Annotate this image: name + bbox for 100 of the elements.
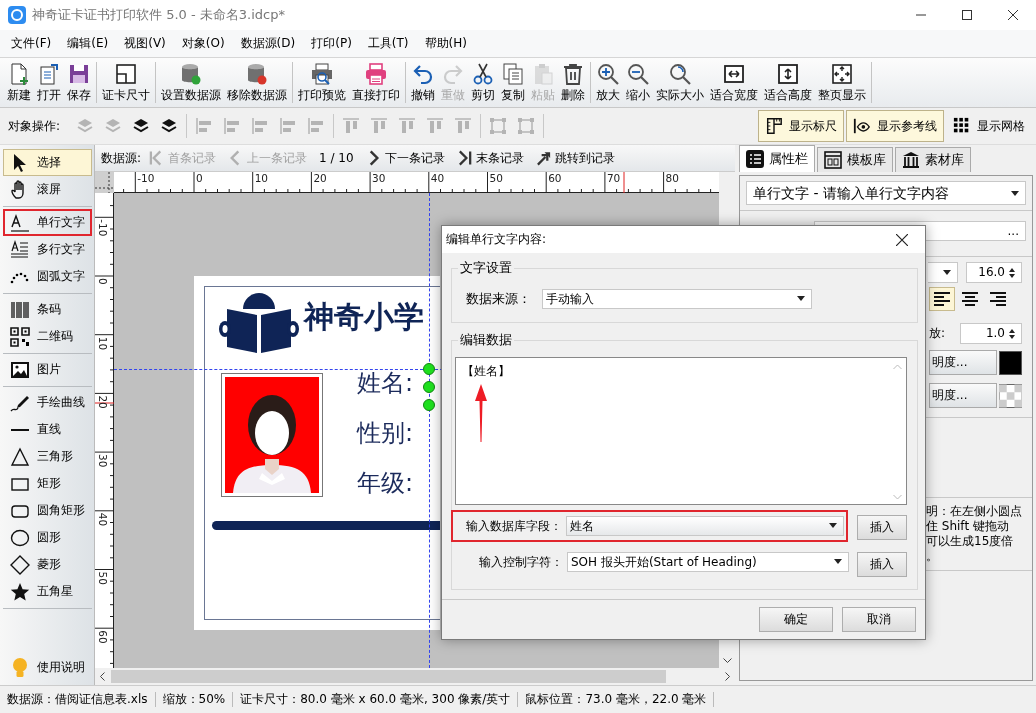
scale-spinner[interactable]: 1.0	[960, 323, 1022, 344]
menu-item[interactable]: 工具(T)	[359, 33, 417, 54]
color-button[interactable]: 明度...	[929, 383, 997, 408]
object-dropdown[interactable]: 单行文字 - 请输入单行文字内容	[746, 181, 1026, 205]
scrollbar-thumb[interactable]	[111, 669, 666, 683]
ruler-label: -10	[97, 219, 109, 237]
app-logo-icon	[8, 6, 26, 24]
ruler-label: 30	[97, 454, 109, 468]
align-right-icon	[988, 290, 1008, 308]
jump-arrow-icon	[535, 149, 552, 167]
toolbar-button[interactable]: 撤销	[408, 62, 438, 103]
tool-button[interactable]: 菱形	[3, 551, 92, 578]
line-icon	[10, 427, 30, 432]
image-icon	[10, 359, 30, 380]
ruler-label: 10	[254, 172, 269, 184]
insert-button[interactable]: 插入	[857, 515, 907, 540]
window-title: 神奇证卡证书打印软件 5.0 - 未命名3.idcp*	[32, 7, 285, 23]
record-nav-button[interactable]: 末条记录	[452, 149, 528, 167]
toggle-button[interactable]: 显示网格	[946, 110, 1032, 142]
tool-button[interactable]: 圆角矩形	[3, 497, 92, 524]
maximize-icon	[962, 10, 972, 20]
toolbar-button[interactable]: 设置数据源	[158, 62, 224, 103]
vertical-arrows-icon	[776, 62, 800, 87]
tool-button[interactable]: 多行文字	[3, 236, 92, 263]
source-select[interactable]: 手动输入	[542, 288, 812, 309]
school-logo-icon	[217, 291, 301, 355]
toolbar-button[interactable]: 证卡尺寸	[99, 62, 153, 103]
field-select[interactable]: 姓名	[565, 516, 844, 536]
toolbar-button[interactable]: 剪切	[468, 62, 498, 103]
layers-icon[interactable]	[132, 117, 151, 135]
tool-button[interactable]: 二维码	[3, 323, 92, 350]
panel-tab[interactable]: 模板库	[817, 147, 893, 172]
menu-item[interactable]: 对象(O)	[173, 33, 233, 54]
insert-button[interactable]: 插入	[857, 552, 907, 577]
four-arrows-icon	[830, 62, 854, 87]
align-button[interactable]	[929, 287, 955, 311]
scissors-icon	[471, 62, 495, 87]
menu-item[interactable]: 文件(F)	[3, 33, 60, 54]
tool-button[interactable]: 直线	[3, 416, 92, 443]
dropdown-field[interactable]	[928, 262, 958, 283]
tool-button[interactable]: 滚屏	[3, 176, 92, 203]
toolbar-button[interactable]: 适合宽度	[707, 62, 761, 103]
tool-button[interactable]: 圆形	[3, 524, 92, 551]
menu-item[interactable]: 视图(V)	[116, 33, 174, 54]
group-legend: 文字设置	[458, 259, 514, 276]
text-line-icon	[10, 212, 30, 233]
menu-item[interactable]: 编辑(E)	[59, 33, 117, 54]
toolbar-button[interactable]: 新建	[4, 62, 34, 103]
toolbar-button[interactable]: 保存	[64, 62, 94, 103]
toolbar-button[interactable]: 放大	[593, 62, 623, 103]
panel-tab[interactable]: 素材库	[895, 147, 971, 172]
toggle-button[interactable]: 显示标尺	[758, 110, 844, 142]
tool-button[interactable]: 圆弧文字	[3, 263, 92, 290]
toolbar-button[interactable]: 复制	[498, 62, 528, 103]
tool-button[interactable]: 三角形	[3, 443, 92, 470]
star-icon	[10, 581, 30, 602]
toolbar-button[interactable]: 打开	[34, 62, 64, 103]
help-button[interactable]: 使用说明	[3, 654, 92, 681]
tool-button[interactable]: 图片	[3, 356, 92, 383]
toolbar-button[interactable]: 整页显示	[815, 62, 869, 103]
align-left-icon	[932, 290, 952, 308]
color-button[interactable]: 明度...	[929, 350, 997, 375]
field-select[interactable]: SOH 报头开始(Start of Heading)	[567, 552, 849, 572]
toolbar-button[interactable]: 适合高度	[761, 62, 815, 103]
toolbar-button[interactable]: 打印预览	[295, 62, 349, 103]
status-text: 证卡尺寸：80.0 毫米 x 60.0 毫米, 300 像素/英寸	[233, 692, 519, 707]
qr-code-icon	[10, 326, 30, 347]
tool-button[interactable]: 矩形	[3, 470, 92, 497]
tool-button[interactable]: 选择	[3, 149, 92, 176]
toolbar-button[interactable]: 直接打印	[349, 62, 403, 103]
transparency-swatch[interactable]	[998, 383, 1022, 408]
tool-button[interactable]: 单行文字	[3, 209, 92, 236]
record-nav-button[interactable]: 跳转到记录	[531, 149, 619, 167]
menu-item[interactable]: 数据源(D)	[232, 33, 304, 54]
toolbar-button[interactable]: 实际大小	[653, 62, 707, 103]
close-icon	[896, 233, 908, 246]
field-label: 输入数据库字段：	[464, 518, 562, 534]
tool-button[interactable]: 条码	[3, 296, 92, 323]
color-swatch[interactable]	[998, 350, 1022, 375]
menu-item[interactable]: 打印(P)	[303, 33, 360, 54]
font-size-spinner[interactable]: 16.0	[966, 262, 1022, 283]
toolbar-button[interactable]: 删除	[558, 62, 588, 103]
redo-arrow-icon	[441, 62, 465, 87]
text-area[interactable]: 【姓名】	[455, 357, 907, 505]
ruler-label: -10	[137, 172, 155, 184]
record-position: 1 / 10	[319, 150, 354, 166]
record-nav-button[interactable]: 下一条记录	[361, 149, 449, 167]
tool-button[interactable]: 手绘曲线	[3, 389, 92, 416]
tool-button[interactable]: 五角星	[3, 578, 92, 605]
toolbar-button[interactable]: 移除数据源	[224, 62, 290, 103]
cancel-button[interactable]: 取消	[842, 607, 916, 632]
layers-icon[interactable]	[160, 117, 179, 135]
ok-button[interactable]: 确定	[759, 607, 833, 632]
menu-item[interactable]: 帮助(H)	[416, 33, 475, 54]
scale-label: 放:	[929, 326, 946, 341]
barcode-icon	[10, 299, 30, 320]
toolbar-button[interactable]: 缩小	[623, 62, 653, 103]
ruler-label: 30	[372, 172, 386, 184]
toggle-button[interactable]: 显示参考线	[846, 110, 944, 142]
panel-tab[interactable]: 属性栏	[739, 145, 815, 172]
